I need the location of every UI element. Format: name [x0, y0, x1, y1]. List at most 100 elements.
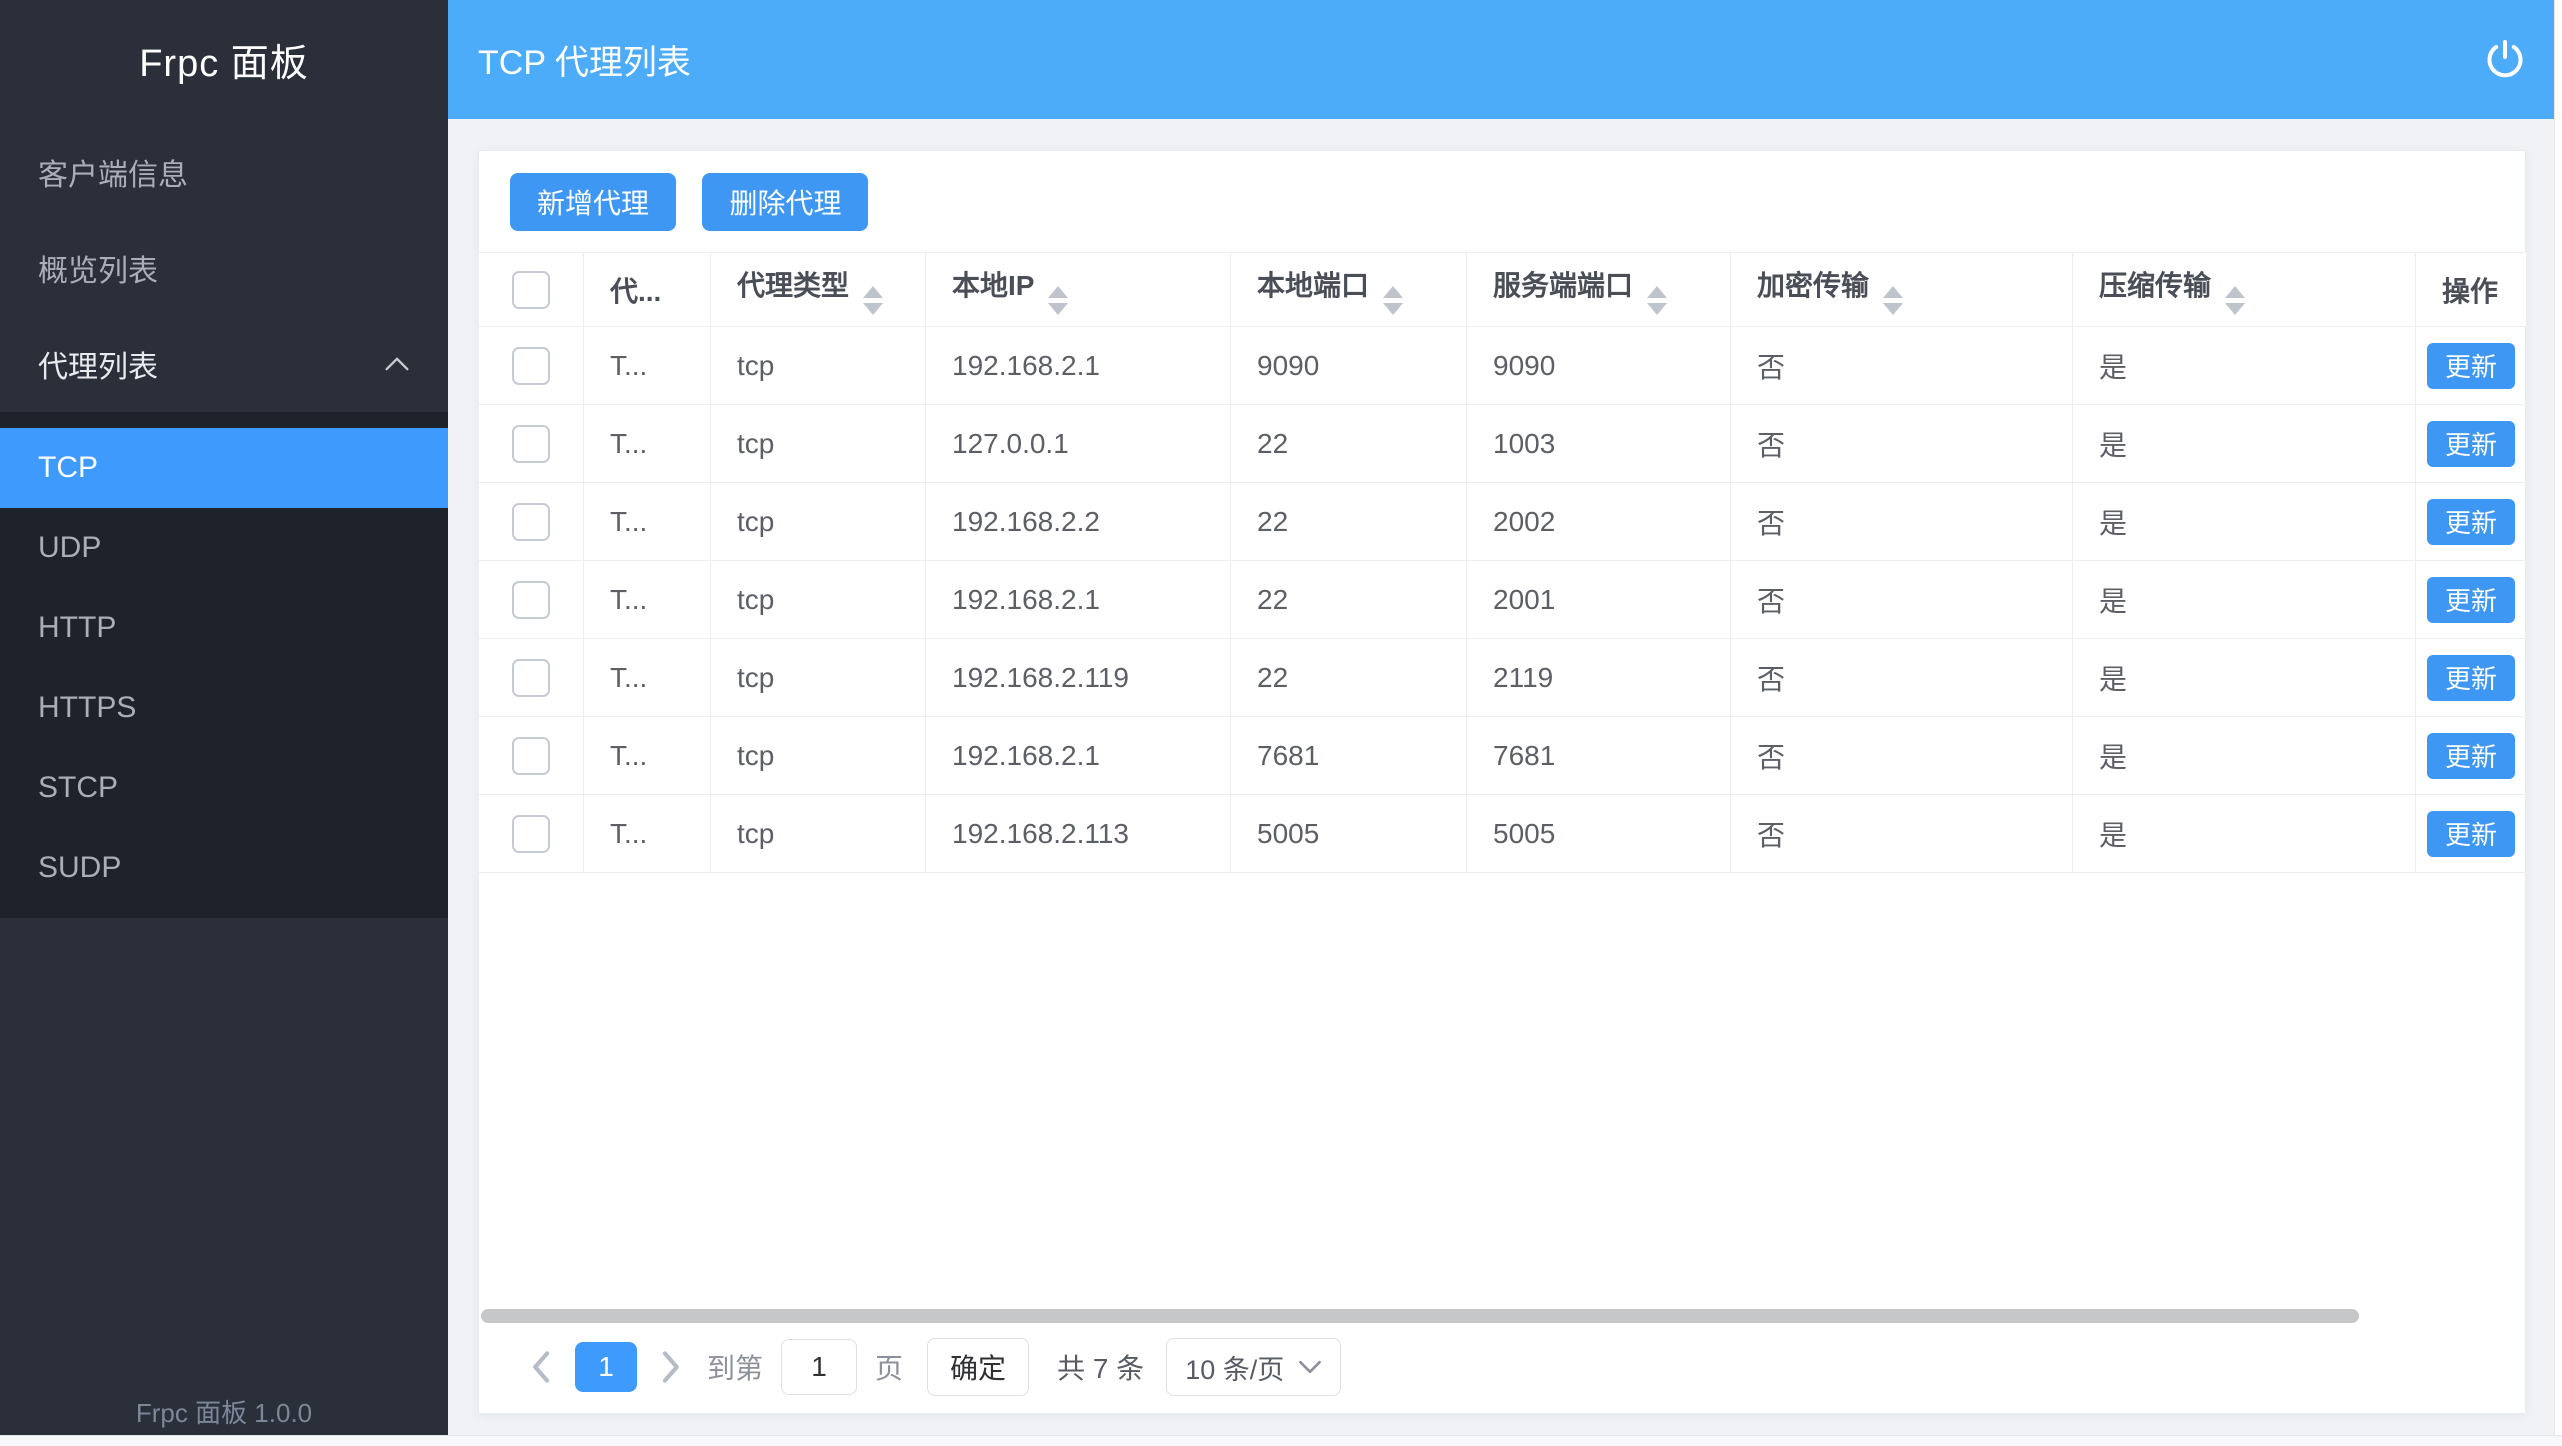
column-label: 代理类型	[737, 270, 849, 301]
update-button[interactable]: 更新	[2427, 733, 2515, 779]
cell-remote_port: 2002	[1467, 483, 1731, 561]
column-header-4[interactable]: 本地端口	[1231, 253, 1467, 327]
column-header-5[interactable]: 服务端端口	[1467, 253, 1731, 327]
row-checkbox-cell	[479, 639, 584, 717]
page-number-button[interactable]: 1	[575, 1342, 637, 1392]
sort-caret-icon[interactable]	[1048, 286, 1068, 315]
sort-caret-icon[interactable]	[1647, 286, 1667, 315]
cell-name: T...	[584, 561, 711, 639]
row-checkbox[interactable]	[512, 737, 550, 775]
row-actions-cell: 更新	[2416, 327, 2527, 405]
column-header-6[interactable]: 加密传输	[1731, 253, 2073, 327]
cell-type: tcp	[711, 561, 926, 639]
browser-vertical-scrollbar[interactable]	[2554, 0, 2562, 1446]
cell-encrypted: 否	[1731, 327, 2073, 405]
jump-suffix-label: 页	[875, 1347, 903, 1387]
app-version: Frpc 面板 1.0.0	[0, 1393, 448, 1430]
row-actions-cell: 更新	[2416, 405, 2527, 483]
row-checkbox[interactable]	[512, 347, 550, 385]
cell-compressed: 是	[2073, 405, 2416, 483]
cell-type: tcp	[711, 795, 926, 873]
cell-encrypted: 否	[1731, 483, 2073, 561]
row-checkbox[interactable]	[512, 659, 550, 697]
page-header: TCP 代理列表	[448, 0, 2562, 119]
cell-compressed: 是	[2073, 795, 2416, 873]
row-actions-cell: 更新	[2416, 717, 2527, 795]
sort-caret-icon[interactable]	[863, 286, 883, 315]
sidebar-item-client-info[interactable]: 客户端信息	[0, 124, 448, 220]
sort-caret-icon[interactable]	[2225, 286, 2245, 315]
select-all-checkbox[interactable]	[512, 271, 550, 309]
total-count-label: 共 7 条	[1057, 1347, 1144, 1387]
table-row: T...tcp192.168.2.1222001否是更新	[479, 561, 2527, 639]
row-checkbox[interactable]	[512, 815, 550, 853]
cell-encrypted: 否	[1731, 639, 2073, 717]
cell-compressed: 是	[2073, 483, 2416, 561]
update-button[interactable]: 更新	[2427, 421, 2515, 467]
page-size-select[interactable]: 10 条/页	[1166, 1338, 1341, 1396]
submenu-item-label: SUDP	[38, 851, 121, 885]
cell-local_ip: 127.0.0.1	[926, 405, 1231, 483]
cell-compressed: 是	[2073, 639, 2416, 717]
cell-type: tcp	[711, 405, 926, 483]
row-checkbox[interactable]	[512, 581, 550, 619]
power-button[interactable]	[2482, 37, 2528, 83]
table-row: T...tcp127.0.0.1221003否是更新	[479, 405, 2527, 483]
submenu-item-https[interactable]: HTTPS	[0, 668, 448, 748]
submenu-item-label: UDP	[38, 531, 101, 565]
update-button[interactable]: 更新	[2427, 655, 2515, 701]
cell-remote_port: 2119	[1467, 639, 1731, 717]
update-button[interactable]: 更新	[2427, 343, 2515, 389]
main-area: TCP 代理列表 新增代理 删除代理 代...代理类型本地IP本地端口服务端端口…	[448, 0, 2562, 1446]
proxy-list-card: 新增代理 删除代理 代...代理类型本地IP本地端口服务端端口加密传输压缩传输操…	[478, 150, 2526, 1414]
chevron-down-icon	[1298, 1359, 1322, 1375]
column-header-2[interactable]: 代理类型	[711, 253, 926, 327]
sidebar-item-label: 概览列表	[38, 246, 158, 290]
cell-local_ip: 192.168.2.1	[926, 561, 1231, 639]
row-actions-cell: 更新	[2416, 561, 2527, 639]
column-header-7[interactable]: 压缩传输	[2073, 253, 2416, 327]
cell-local_port: 22	[1231, 639, 1467, 717]
update-button[interactable]: 更新	[2427, 811, 2515, 857]
column-label: 服务端端口	[1493, 270, 1633, 301]
table-row: T...tcp192.168.2.11350055005否是更新	[479, 795, 2527, 873]
table-header-row: 代...代理类型本地IP本地端口服务端端口加密传输压缩传输操作	[479, 253, 2527, 327]
cell-compressed: 是	[2073, 327, 2416, 405]
sidebar-item-overview-list[interactable]: 概览列表	[0, 220, 448, 316]
sidebar-item-proxy-list[interactable]: 代理列表	[0, 316, 448, 412]
row-checkbox[interactable]	[512, 503, 550, 541]
confirm-button[interactable]: 确定	[927, 1338, 1029, 1396]
submenu-item-http[interactable]: HTTP	[0, 588, 448, 668]
sort-caret-icon[interactable]	[1883, 286, 1903, 315]
row-checkbox-cell	[479, 327, 584, 405]
next-page-button[interactable]	[643, 1350, 697, 1384]
delete-proxy-button[interactable]: 删除代理	[702, 173, 868, 231]
column-header-0	[479, 253, 584, 327]
submenu-item-label: STCP	[38, 771, 118, 805]
jump-page-input[interactable]	[781, 1339, 857, 1395]
cell-local_ip: 192.168.2.119	[926, 639, 1231, 717]
submenu-item-udp[interactable]: UDP	[0, 508, 448, 588]
submenu-item-stcp[interactable]: STCP	[0, 748, 448, 828]
sidebar-item-label: 客户端信息	[38, 150, 188, 194]
submenu-item-sudp[interactable]: SUDP	[0, 828, 448, 908]
sort-caret-icon[interactable]	[1383, 286, 1403, 315]
cell-name: T...	[584, 717, 711, 795]
add-proxy-button[interactable]: 新增代理	[510, 173, 676, 231]
row-checkbox[interactable]	[512, 425, 550, 463]
update-button[interactable]: 更新	[2427, 499, 2515, 545]
cell-name: T...	[584, 405, 711, 483]
chevron-left-icon	[529, 1350, 555, 1384]
proxy-table: 代...代理类型本地IP本地端口服务端端口加密传输压缩传输操作 T...tcp1…	[478, 252, 2527, 873]
cell-local_port: 22	[1231, 483, 1467, 561]
sidebar-menu: 客户端信息概览列表代理列表	[0, 124, 448, 412]
row-actions-cell: 更新	[2416, 483, 2527, 561]
submenu-item-tcp[interactable]: TCP	[0, 428, 448, 508]
column-header-3[interactable]: 本地IP	[926, 253, 1231, 327]
update-button[interactable]: 更新	[2427, 577, 2515, 623]
prev-page-button[interactable]	[515, 1350, 569, 1384]
table-row: T...tcp192.168.2.176817681否是更新	[479, 717, 2527, 795]
page-size-label: 10 条/页	[1185, 1348, 1284, 1387]
browser-horizontal-scrollbar[interactable]	[0, 1435, 2562, 1446]
row-checkbox-cell	[479, 405, 584, 483]
